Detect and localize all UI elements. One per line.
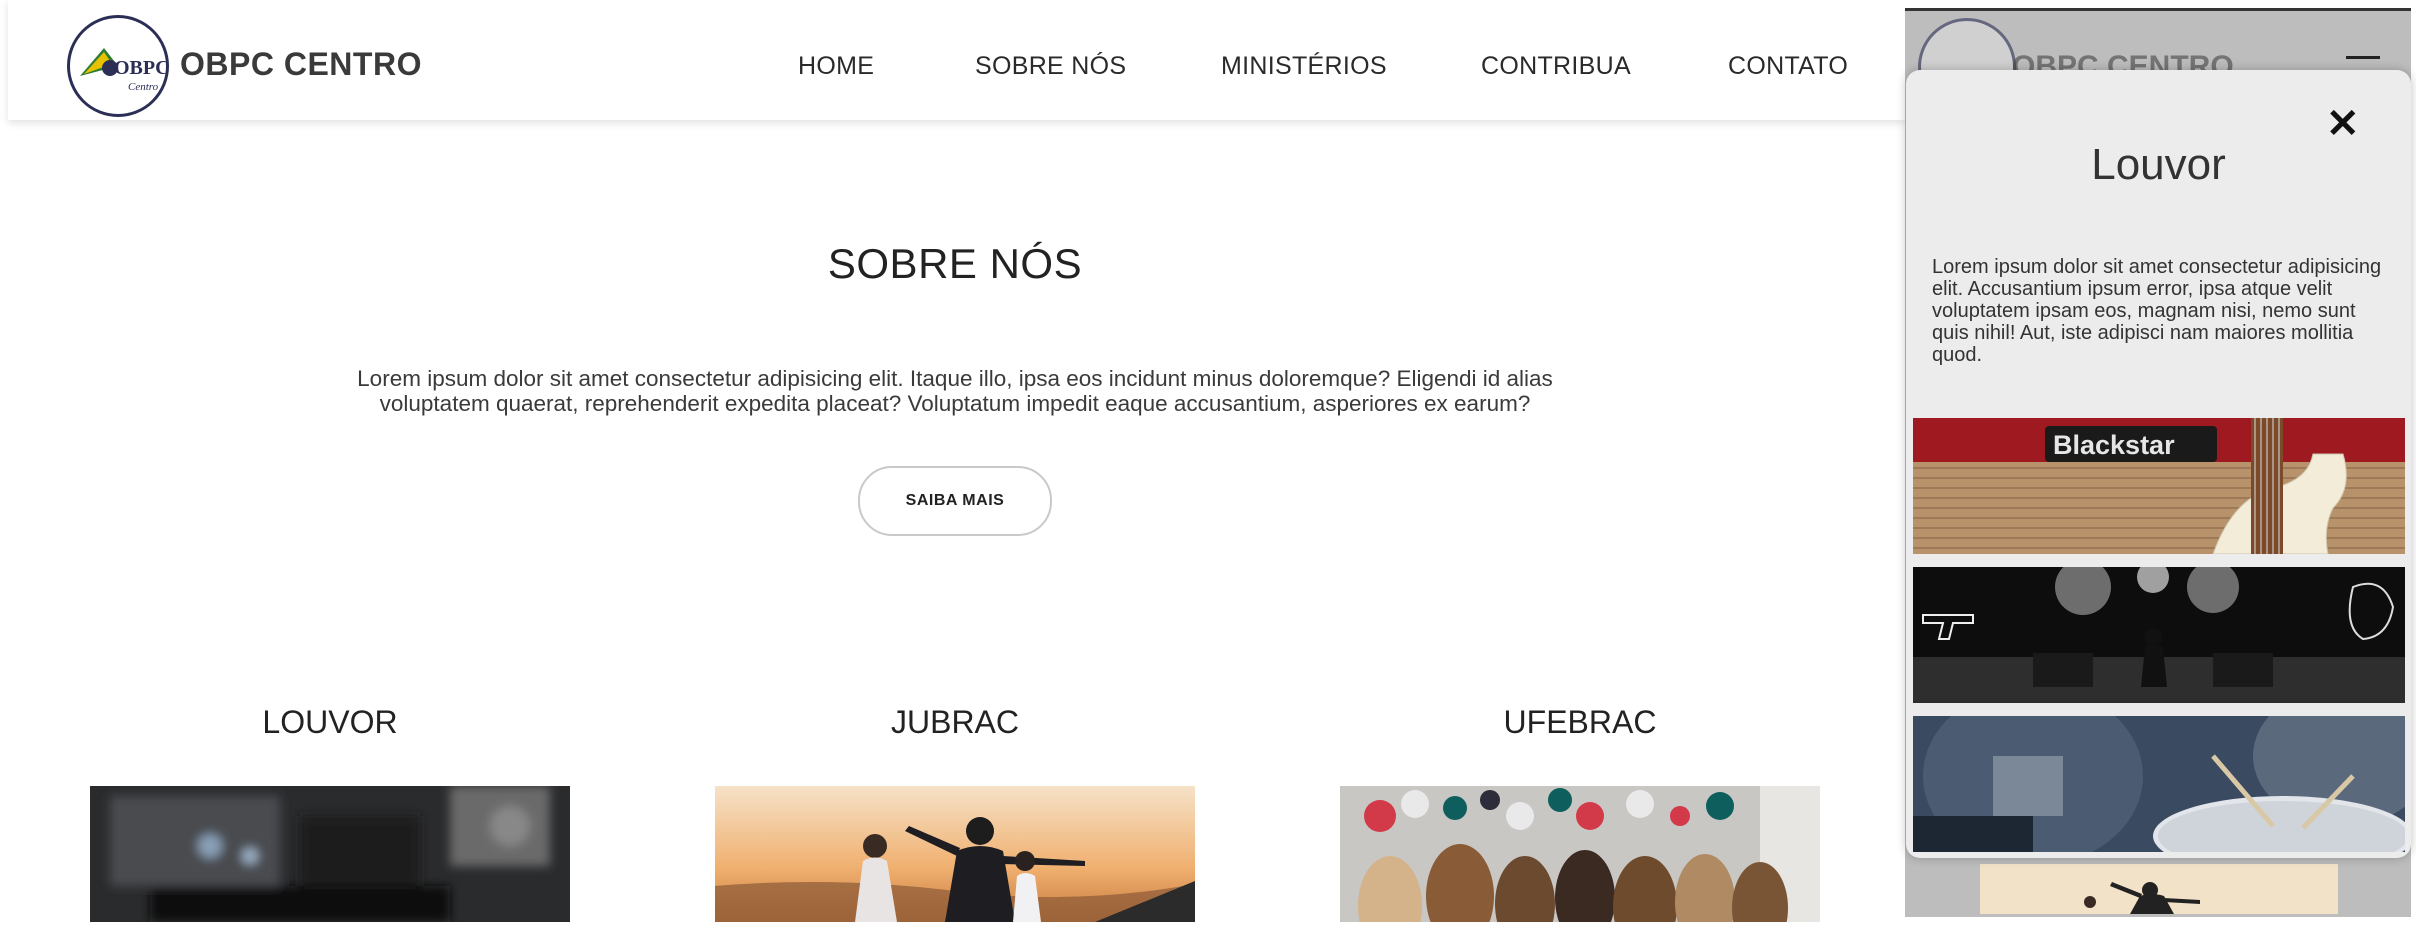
about-text-line-2: voluptatem quaerat, reprehenderit expedi… <box>379 391 1531 416</box>
card-title-ufebrac: UFEBRAC <box>1503 704 1657 740</box>
nav-home[interactable]: HOME <box>798 52 874 81</box>
logo-emblem-icon: OBPC Centro <box>80 48 166 93</box>
card-title-jubrac: JUBRAC <box>890 704 1019 740</box>
close-icon[interactable]: ✕ <box>2326 104 2360 144</box>
about-title: SOBRE NÓS <box>827 240 1083 287</box>
logo-text: OBPC <box>114 57 166 79</box>
brand-name[interactable]: OBPC CENTRO <box>180 46 422 83</box>
menu-icon[interactable] <box>2346 56 2380 59</box>
card-image-louvor[interactable] <box>90 786 570 922</box>
main-site: OBPC Centro OBPC CENTRO HOME SOBRE NÓS M… <box>0 0 1905 922</box>
site-header: OBPC Centro OBPC CENTRO HOME SOBRE NÓS M… <box>8 0 1905 120</box>
nav-contato[interactable]: CONTATO <box>1728 52 1848 81</box>
logo[interactable]: OBPC Centro <box>67 15 169 117</box>
about-text-line-1: Lorem ipsum dolor sit amet consectetur a… <box>357 366 1553 391</box>
gallery-image-amp[interactable]: Blackstar <box>1913 418 2405 554</box>
gallery-image-drums[interactable] <box>1913 716 2405 852</box>
card-image-ufebrac[interactable] <box>1340 786 1820 922</box>
backdrop-card-image <box>1980 864 2338 914</box>
nav-contribua[interactable]: CONTRIBUA <box>1481 52 1631 81</box>
card-image-jubrac[interactable] <box>715 786 1195 922</box>
modal-text: Lorem ipsum dolor sit amet consectetur a… <box>1932 256 2382 366</box>
amp-brand-label: Blackstar <box>2053 430 2175 460</box>
gallery-image-concert[interactable] <box>1913 567 2405 703</box>
logo-subtext: Centro <box>128 81 159 93</box>
nav-sobre-nos[interactable]: SOBRE NÓS <box>975 52 1126 81</box>
about-text: Lorem ipsum dolor sit amet consectetur a… <box>310 366 1600 416</box>
modal-title: Louvor <box>2091 140 2226 189</box>
nav-ministerios[interactable]: MINISTÉRIOS <box>1221 52 1387 81</box>
card-title-louvor: LOUVOR <box>262 704 398 740</box>
saiba-mais-button[interactable]: SAIBA MAIS <box>858 466 1052 536</box>
